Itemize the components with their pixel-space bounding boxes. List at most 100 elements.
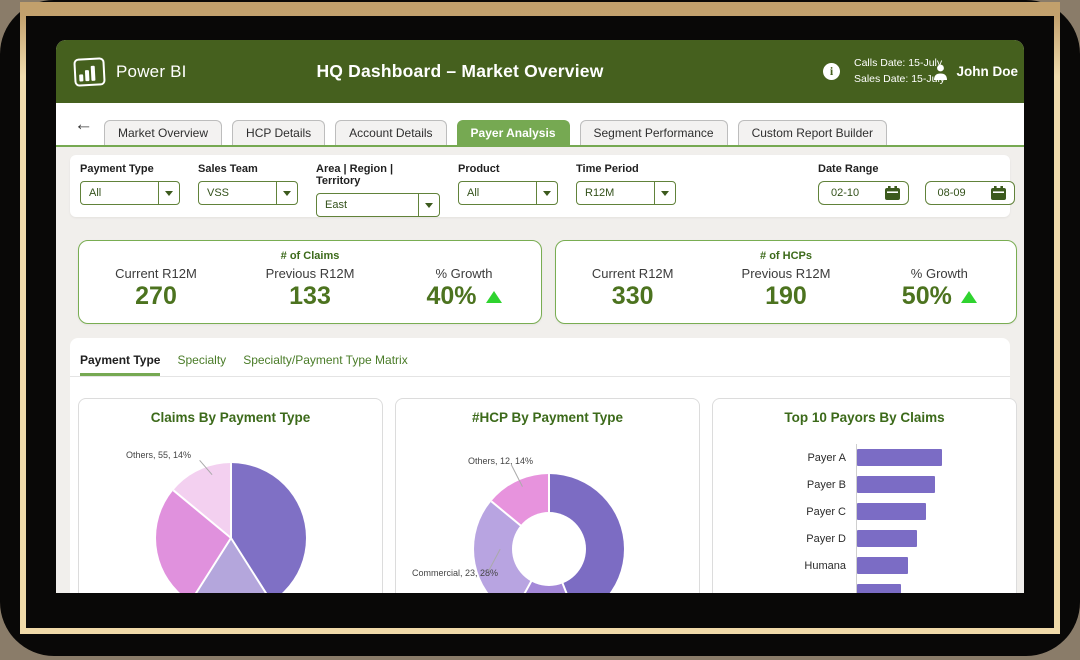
subtab-specialty[interactable]: Specialty — [177, 353, 226, 376]
chart-title: #HCP By Payment Type — [396, 410, 699, 425]
bar[interactable] — [857, 503, 926, 520]
page-title: HQ Dashboard – Market Overview — [206, 40, 714, 103]
bar[interactable] — [857, 449, 942, 466]
bar-row: Payer A — [723, 444, 1008, 471]
bar-row: Payer C — [723, 498, 1008, 525]
filter-label: Product — [458, 163, 558, 175]
bar-category-label: Humana — [723, 560, 856, 572]
dropdown-arrow-icon[interactable] — [654, 182, 675, 204]
metric-value: 133 — [233, 282, 387, 311]
dropdown-arrow-icon[interactable] — [418, 194, 439, 216]
metric-value: 50% — [902, 282, 952, 311]
bar-category-label: Payer A — [723, 452, 856, 464]
slice-separator — [230, 463, 232, 538]
bar[interactable] — [857, 476, 935, 493]
kpi-metric: Previous R12M 190 — [709, 266, 862, 311]
metric-label: % Growth — [863, 266, 1016, 281]
back-button[interactable]: ← — [74, 114, 93, 136]
dropdown-arrow-icon[interactable] — [276, 182, 297, 204]
calendar-icon — [991, 186, 1006, 200]
bar-plot-area — [856, 579, 1008, 593]
bar[interactable] — [857, 530, 917, 547]
bar-row: Payer B — [723, 471, 1008, 498]
slice-separator — [173, 489, 232, 538]
bar[interactable] — [857, 584, 901, 593]
kpi-card-claims: # of Claims Current R12M 270 Previous R1… — [78, 240, 542, 324]
bar-row — [723, 579, 1008, 593]
dropdown-arrow-icon[interactable] — [158, 182, 179, 204]
bar[interactable] — [857, 557, 908, 574]
area-region-territory-dropdown[interactable]: East — [316, 193, 440, 217]
bar-plot-area — [856, 525, 1008, 552]
tab-underline — [56, 145, 1024, 147]
subtab-specialty-payment-type-matrix[interactable]: Specialty/Payment Type Matrix — [243, 353, 408, 376]
product-dropdown[interactable]: All — [458, 181, 558, 205]
slice-separator — [190, 537, 232, 593]
kpi-title: # of Claims — [79, 250, 541, 262]
date-to-value: 08-09 — [938, 187, 966, 199]
kpi-title: # of HCPs — [556, 250, 1016, 262]
date-to-field[interactable]: 08-09 — [925, 181, 1016, 205]
tab-market-overview[interactable]: Market Overview — [104, 120, 222, 145]
filter-label: Time Period — [576, 163, 676, 175]
kpi-metric: Previous R12M 133 — [233, 266, 387, 311]
info-icon[interactable]: i — [823, 63, 840, 80]
bar-row: Humana — [723, 552, 1008, 579]
donut-callout: Others, 12, 14% — [468, 456, 533, 466]
filter-label: Date Range — [818, 163, 1015, 175]
metric-label: Current R12M — [556, 266, 709, 281]
metric-label: Previous R12M — [233, 266, 387, 281]
filter-panel: Payment Type All Sales Team VSS Area | R… — [70, 155, 1010, 217]
pie-callout: Others, 55, 14% — [126, 450, 191, 460]
kpi-metric: Current R12M 270 — [79, 266, 233, 311]
brand-label: Power BI — [116, 62, 187, 82]
tab-hcp-details[interactable]: HCP Details — [232, 120, 325, 145]
filter-label: Sales Team — [198, 163, 298, 175]
growth-up-icon — [961, 291, 977, 303]
kpi-metric: % Growth 40% — [387, 266, 541, 311]
tab-bar: ← Market Overview HCP Details Account De… — [56, 103, 1024, 147]
growth-up-icon — [486, 291, 502, 303]
page: Power BI HQ Dashboard – Market Overview … — [0, 0, 1080, 660]
header-dates: Calls Date: 15-July Sales Date: 15-July — [854, 55, 945, 87]
payment-type-dropdown[interactable]: All — [80, 181, 180, 205]
bar-plot-area — [856, 471, 1008, 498]
dropdown-arrow-icon[interactable] — [536, 182, 557, 204]
pie-chart-claims[interactable] — [156, 463, 306, 593]
kpi-card-hcps: # of HCPs Current R12M 330 Previous R12M… — [555, 240, 1017, 324]
user-menu[interactable]: John Doe — [933, 40, 1018, 103]
bar-category-label: Payer B — [723, 479, 856, 491]
powerbi-logo-icon — [73, 57, 105, 87]
dropdown-value: VSS — [199, 187, 276, 199]
metric-label: Current R12M — [79, 266, 233, 281]
screen: Power BI HQ Dashboard – Market Overview … — [56, 40, 1024, 593]
filter-label: Area | Region | Territory — [316, 163, 440, 187]
chart-title: Claims By Payment Type — [79, 410, 382, 425]
bar-category-label: Payer D — [723, 533, 856, 545]
chart-card-hcp-by-payment-type: #HCP By Payment Type Others, 12, 14% Com… — [395, 398, 700, 593]
metric-label: % Growth — [387, 266, 541, 281]
metric-value: 330 — [556, 282, 709, 311]
kpi-metric: Current R12M 330 — [556, 266, 709, 311]
donut-hole — [512, 512, 586, 586]
sales-date: Sales Date: 15-July — [854, 71, 945, 87]
sales-team-dropdown[interactable]: VSS — [198, 181, 298, 205]
metric-value: 270 — [79, 282, 233, 311]
bar-plot-area — [856, 498, 1008, 525]
dropdown-value: All — [81, 187, 158, 199]
tab-custom-report-builder[interactable]: Custom Report Builder — [738, 120, 887, 145]
date-from-field[interactable]: 02-10 — [818, 181, 909, 205]
time-period-dropdown[interactable]: R12M — [576, 181, 676, 205]
sub-tabs: Payment Type Specialty Specialty/Payment… — [70, 338, 1010, 377]
subtab-payment-type[interactable]: Payment Type — [80, 353, 160, 376]
user-name: John Doe — [956, 64, 1018, 79]
user-icon — [933, 64, 948, 80]
bar-plot-area — [856, 444, 1008, 471]
tab-payer-analysis[interactable]: Payer Analysis — [457, 120, 570, 145]
calendar-icon — [885, 186, 900, 200]
metric-label: Previous R12M — [709, 266, 862, 281]
chart-card-claims-by-payment-type: Claims By Payment Type Others, 55, 14% — [78, 398, 383, 593]
tab-account-details[interactable]: Account Details — [335, 120, 446, 145]
tab-segment-performance[interactable]: Segment Performance — [580, 120, 728, 145]
bar-chart-top-payors: Payer A Payer B Payer C Payer D Humana — [723, 444, 1008, 593]
